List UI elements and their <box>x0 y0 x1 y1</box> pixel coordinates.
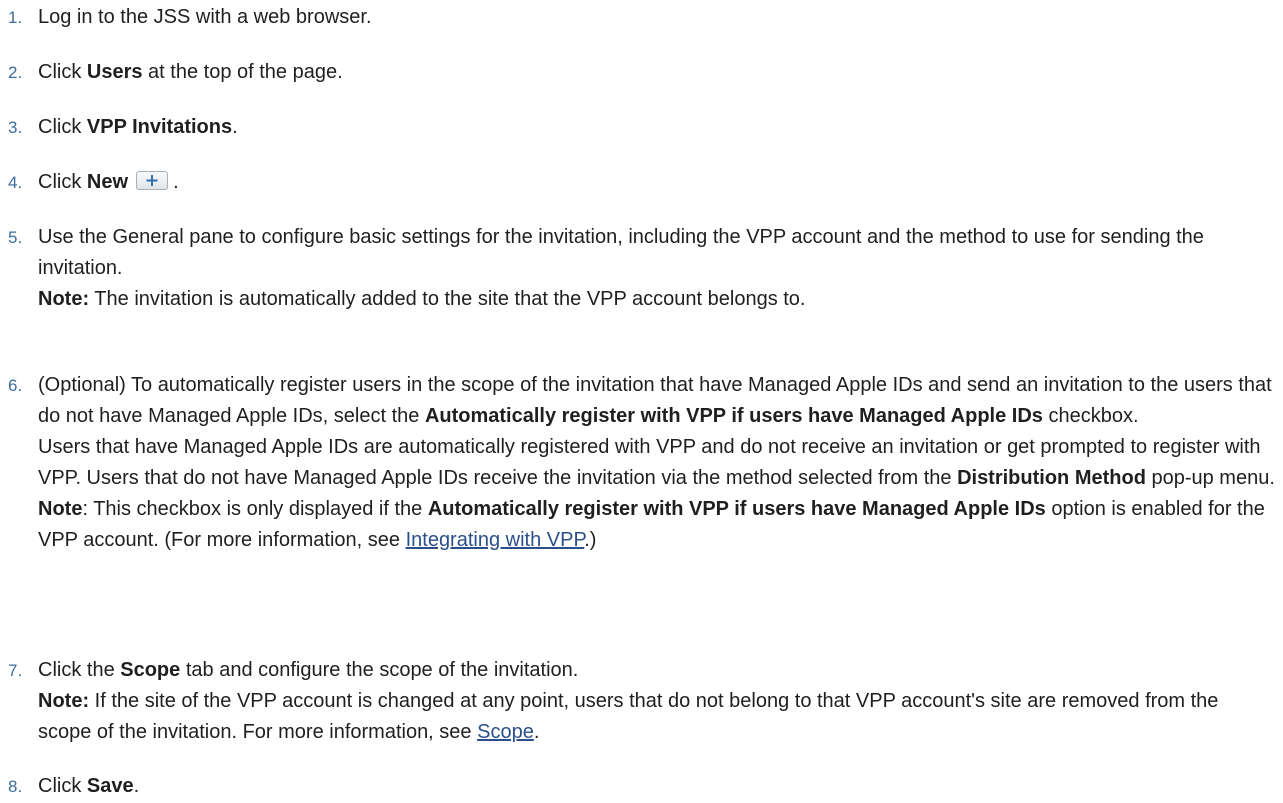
step-3: 3. Click VPP Invitations. <box>8 112 1276 143</box>
step-text: Click Save. <box>38 771 1276 802</box>
step-paragraph: (Optional) To automatically register use… <box>38 370 1276 432</box>
step-number: 7. <box>8 661 23 680</box>
step-text-run: Click the <box>38 659 121 681</box>
step-note: Note: If the site of the VPP account is … <box>38 686 1276 748</box>
step-text-run: Click <box>38 116 87 138</box>
step-text: Use the General pane to configure basic … <box>38 222 1276 315</box>
step-number: 6. <box>8 376 23 395</box>
vpp-invitations-ui-label: VPP Invitations <box>86 116 233 138</box>
step-text-run: Click <box>38 61 87 83</box>
step-note: Note: This checkbox is only displayed if… <box>38 494 1276 556</box>
step-number: 1. <box>8 8 23 27</box>
step-text: Click Users at the top of the page. <box>38 57 1276 88</box>
note-text: : This checkbox is only displayed if the <box>82 498 428 520</box>
step-text: Click New . <box>38 167 1276 198</box>
step-number: 3. <box>8 118 23 137</box>
step-text-run: pop-up menu. <box>1145 467 1275 489</box>
distribution-method-ui-label: Distribution Method <box>957 467 1146 489</box>
step-8: 8. Click Save. <box>8 771 1276 802</box>
users-ui-label: Users <box>86 61 143 83</box>
step-text-run: Log in to the JSS with a web browser. <box>38 6 372 28</box>
document: 1. Log in to the JSS with a web browser.… <box>0 0 1283 803</box>
plus-icon <box>146 175 158 186</box>
step-text-run: at the top of the page. <box>142 61 343 83</box>
step-text-run: . <box>167 171 179 193</box>
step-text: Log in to the JSS with a web browser. <box>38 2 1276 33</box>
step-number: 8. <box>8 777 23 796</box>
step-2: 2. Click Users at the top of the page. <box>8 57 1276 88</box>
step-text-run: checkbox. <box>1042 405 1139 427</box>
step-paragraph: Use the General pane to configure basic … <box>38 222 1276 284</box>
step-6: 6. (Optional) To automatically register … <box>8 370 1276 556</box>
note-text: If the site of the VPP account is change… <box>38 690 1219 743</box>
scope-tab-ui-label: Scope <box>120 659 181 681</box>
note-text: . <box>533 721 540 743</box>
step-text-run: tab and configure the scope of the invit… <box>180 659 579 681</box>
note-label: Note: <box>38 288 90 310</box>
step-text-run: . <box>232 116 238 138</box>
step-text-run: Click <box>38 171 87 193</box>
scope-link[interactable]: Scope <box>477 721 534 743</box>
note-label: Note <box>38 498 83 520</box>
step-1: 1. Log in to the JSS with a web browser. <box>8 2 1276 33</box>
step-paragraph: Users that have Managed Apple IDs are au… <box>38 432 1276 494</box>
step-text: (Optional) To automatically register use… <box>38 370 1276 556</box>
step-text-run: . <box>133 775 140 797</box>
step-number: 4. <box>8 173 23 192</box>
save-ui-label: Save <box>86 775 134 797</box>
note-text: The invitation is automatically added to… <box>89 288 806 310</box>
step-text-run: Click <box>38 775 87 797</box>
new-plus-button[interactable] <box>135 171 168 190</box>
step-text: Click VPP Invitations. <box>38 112 1276 143</box>
step-paragraph: Click the Scope tab and configure the sc… <box>38 655 1276 686</box>
step-note: Note: The invitation is automatically ad… <box>38 284 1276 315</box>
step-text: Click the Scope tab and configure the sc… <box>38 655 1276 748</box>
step-4: 4. Click New . <box>8 167 1276 198</box>
note-text: .) <box>584 529 597 551</box>
step-number: 2. <box>8 63 23 82</box>
step-text-run: Use the General pane to configure basic … <box>38 226 1204 279</box>
step-7: 7. Click the Scope tab and configure the… <box>8 655 1276 748</box>
integrating-with-vpp-link[interactable]: Integrating with VPP <box>406 529 585 551</box>
auto-register-checkbox-label: Automatically register with VPP if users… <box>424 405 1043 427</box>
step-5: 5. Use the General pane to configure bas… <box>8 222 1276 315</box>
step-number: 5. <box>8 228 23 247</box>
auto-register-option-label: Automatically register with VPP if users… <box>427 498 1046 520</box>
new-ui-label: New <box>86 171 129 193</box>
note-label: Note: <box>38 690 90 712</box>
